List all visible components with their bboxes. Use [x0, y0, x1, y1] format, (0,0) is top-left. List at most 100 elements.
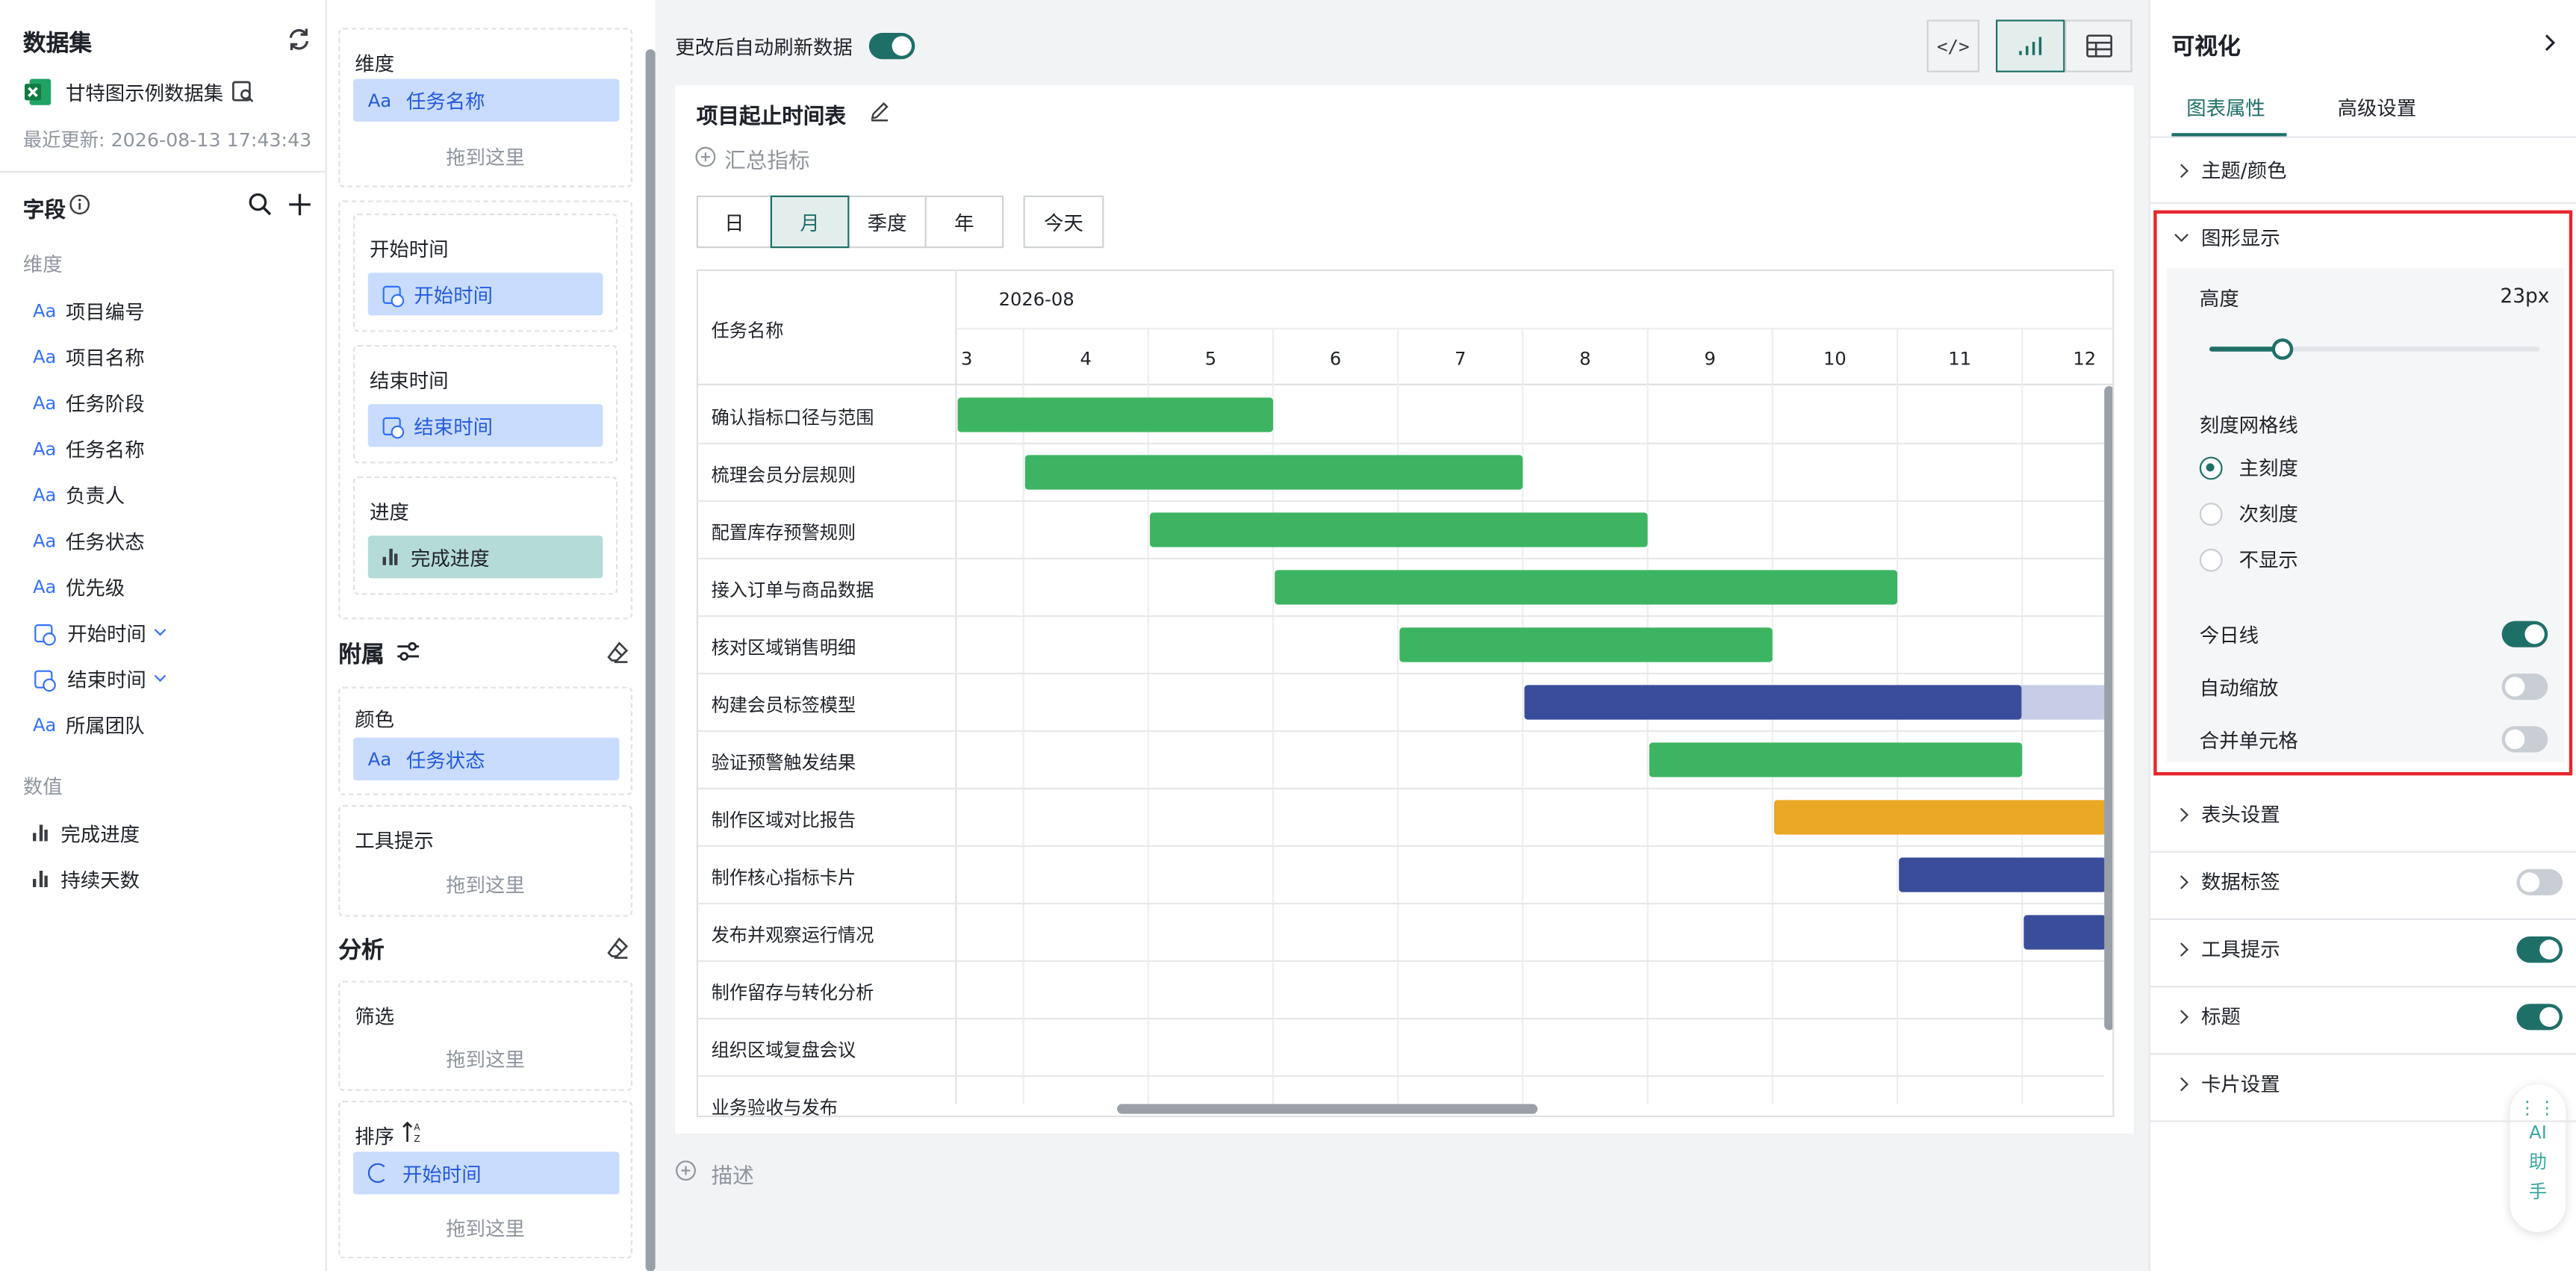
chevron-right-icon — [2174, 942, 2188, 956]
field-item[interactable]: 开始时间 — [0, 609, 327, 656]
gantt-bar[interactable] — [1150, 512, 1648, 547]
ai-assistant-button[interactable]: ⋮⋮ AI 助手 — [2510, 1084, 2566, 1232]
attach-settings-icon[interactable] — [396, 639, 420, 669]
gantt-bar[interactable] — [1649, 742, 2023, 777]
progress-pill[interactable]: 完成进度 — [367, 535, 603, 579]
settings-section[interactable]: 卡片设置 — [2174, 1069, 2280, 1097]
table-view-button[interactable] — [2065, 19, 2132, 72]
gantt-bar[interactable] — [1899, 857, 2106, 892]
section-toggle[interactable] — [2516, 868, 2563, 895]
grid-option[interactable]: 次刻度 — [2199, 500, 2298, 527]
start-time-well[interactable]: 开始时间 开始时间 — [353, 214, 618, 332]
auto-zoom-toggle[interactable] — [2501, 674, 2548, 700]
sort-pill[interactable]: 开始时间 — [353, 1152, 620, 1195]
field-item[interactable]: Aa 负责人 — [0, 471, 327, 518]
preview-dataset-icon[interactable] — [231, 81, 255, 108]
height-slider-track[interactable] — [2209, 338, 2540, 360]
section-toggle[interactable] — [2516, 936, 2563, 963]
today-button[interactable]: 今天 — [1023, 195, 1104, 249]
gantt-vertical-scrollbar[interactable] — [2104, 386, 2113, 1031]
today-line-toggle[interactable] — [2501, 621, 2548, 647]
search-icon[interactable] — [248, 192, 273, 222]
settings-section[interactable]: 数据标签 — [2174, 868, 2280, 895]
auto-refresh-toggle[interactable] — [868, 33, 915, 60]
gantt-bar[interactable] — [1399, 627, 1773, 662]
dataset-name[interactable]: 甘特图示例数据集 — [66, 79, 223, 107]
collapse-panel-icon[interactable] — [2541, 33, 2557, 58]
field-item[interactable]: Aa 所属团队 — [0, 701, 327, 748]
info-icon[interactable] — [69, 194, 90, 220]
radio-button[interactable] — [2199, 456, 2223, 479]
merge-cells-toggle[interactable] — [2501, 726, 2548, 753]
section-label: 表头设置 — [2201, 803, 2280, 827]
clear-attach-icon[interactable] — [606, 641, 629, 668]
section-label: 工具提示 — [2201, 938, 2280, 961]
gantt-horizontal-scrollbar[interactable] — [1117, 1104, 1538, 1114]
field-item[interactable]: 结束时间 — [0, 656, 327, 702]
add-summary-icon[interactable] — [695, 146, 717, 173]
add-description-icon[interactable] — [675, 1160, 697, 1186]
dimension-well[interactable]: 维度 Aa 任务名称 拖到这里 — [338, 28, 632, 187]
grid-option[interactable]: 主刻度 — [2199, 453, 2298, 481]
field-item[interactable]: Aa 任务状态 — [0, 518, 327, 564]
settings-section[interactable]: 标题 — [2174, 1002, 2241, 1030]
scale-button[interactable]: 季度 — [847, 195, 927, 249]
config-scrollbar[interactable] — [645, 49, 656, 1271]
color-well-label: 颜色 — [355, 708, 395, 731]
gantt-bar[interactable] — [1774, 800, 2106, 835]
chart-view-button[interactable] — [1996, 19, 2065, 72]
chevron-down-icon — [2174, 228, 2188, 242]
chevron-down-icon[interactable] — [154, 670, 167, 683]
color-well[interactable]: 颜色 Aa 任务状态 — [338, 686, 632, 795]
radio-button[interactable] — [2199, 502, 2223, 525]
filter-well[interactable]: 筛选 拖到这里 — [338, 981, 632, 1091]
chart-icon — [2019, 37, 2042, 55]
gantt-bar[interactable] — [957, 397, 1273, 432]
color-pill[interactable]: Aa 任务状态 — [353, 737, 620, 780]
code-view-button[interactable]: </> — [1926, 19, 1979, 72]
progress-label: 进度 — [370, 501, 409, 524]
summary-metric-label[interactable]: 汇总指标 — [724, 143, 809, 174]
edit-title-icon[interactable] — [869, 100, 891, 126]
add-field-icon[interactable] — [287, 192, 312, 222]
field-item[interactable]: Aa 任务名称 — [0, 426, 327, 472]
settings-section[interactable]: 工具提示 — [2174, 935, 2280, 963]
progress-well[interactable]: 进度 完成进度 — [353, 476, 618, 595]
end-time-well[interactable]: 结束时间 结束时间 — [353, 345, 618, 464]
graphic-display-section[interactable]: 图形显示 — [2174, 223, 2280, 251]
description-label[interactable]: 描述 — [712, 1158, 754, 1190]
theme-section[interactable]: 主题/颜色 — [2174, 156, 2287, 184]
field-item[interactable]: Aa 任务阶段 — [0, 379, 327, 426]
tab-chart-properties[interactable]: 图表属性 — [2186, 93, 2265, 121]
gantt-bar[interactable] — [1275, 570, 1897, 605]
scale-button[interactable]: 日 — [696, 195, 772, 249]
task-label: 业务验收与发布 — [711, 1097, 838, 1117]
analysis-section-title: 分析 — [338, 938, 385, 965]
end-time-pill[interactable]: 结束时间 — [367, 404, 603, 447]
chart-title[interactable]: 项目起止时间表 — [697, 99, 846, 130]
scale-button[interactable]: 年 — [924, 195, 1004, 249]
radio-button[interactable] — [2199, 547, 2223, 571]
section-toggle[interactable] — [2516, 1004, 2563, 1031]
field-item[interactable]: 持续天数 — [0, 856, 327, 902]
gantt-bar[interactable] — [1024, 455, 1523, 490]
field-item[interactable]: 完成进度 — [0, 810, 327, 857]
chevron-down-icon[interactable] — [154, 624, 167, 636]
dimension-pill[interactable]: Aa 任务名称 — [353, 78, 620, 122]
switch-dataset-icon[interactable] — [286, 26, 312, 58]
text-type-icon: Aa — [33, 391, 57, 414]
sort-ascending-icon[interactable]: AZ — [401, 1120, 426, 1148]
tab-advanced-settings[interactable]: 高级设置 — [2338, 93, 2417, 121]
field-item[interactable]: Aa 优先级 — [0, 564, 327, 610]
tooltip-well[interactable]: 工具提示 拖到这里 — [338, 805, 632, 917]
gantt-bar[interactable] — [1524, 685, 2022, 720]
clear-analysis-icon[interactable] — [606, 936, 629, 964]
grid-option[interactable]: 不显示 — [2199, 545, 2298, 573]
settings-section[interactable]: 表头设置 — [2174, 800, 2280, 827]
field-item[interactable]: Aa 项目名称 — [0, 334, 327, 380]
start-time-pill[interactable]: 开始时间 — [367, 273, 603, 316]
scale-button[interactable]: 月 — [770, 195, 850, 249]
sort-well[interactable]: 排序 AZ 开始时间 拖到这里 — [338, 1101, 632, 1259]
field-item[interactable]: Aa 项目编号 — [0, 288, 327, 334]
gantt-bar[interactable] — [2023, 915, 2106, 950]
